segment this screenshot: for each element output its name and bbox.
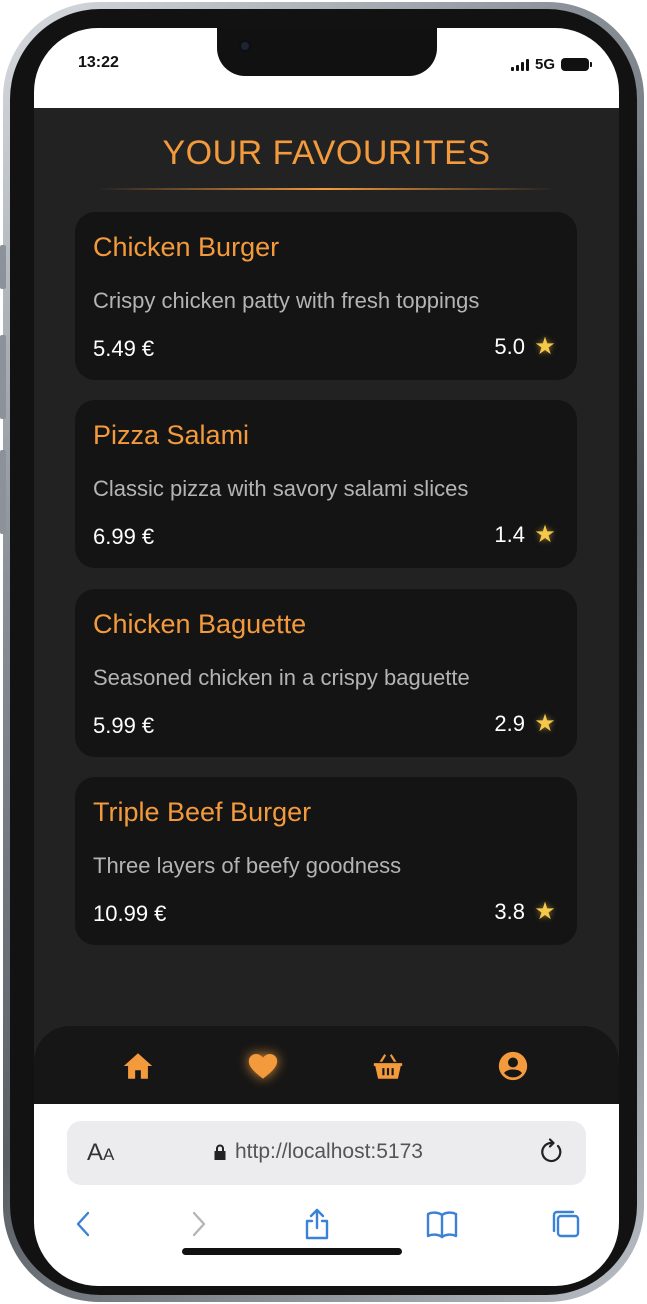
item-name: Triple Beef Burger	[93, 797, 312, 827]
item-description: Three layers of beefy goodness	[93, 853, 402, 878]
favourite-card[interactable]: Chicken Burger Crispy chicken patty with…	[75, 212, 577, 380]
favourite-card[interactable]: Pizza Salami Classic pizza with savory s…	[75, 400, 577, 568]
item-rating: 2.9 ★	[494, 711, 557, 737]
lock-icon	[213, 1143, 227, 1161]
nav-basket-button[interactable]	[370, 1048, 406, 1084]
favourite-card[interactable]: Triple Beef Burger Three layers of beefy…	[75, 777, 577, 945]
status-bar: 13:22 5G	[34, 28, 619, 108]
browser-chrome: AA http://localhost:5173	[34, 1104, 619, 1286]
favourite-card[interactable]: Chicken Baguette Seasoned chicken in a c…	[75, 589, 577, 757]
nav-home-button[interactable]	[120, 1048, 156, 1084]
url-display[interactable]: http://localhost:5173	[213, 1140, 423, 1164]
share-button[interactable]	[299, 1206, 335, 1242]
star-icon: ★	[534, 710, 556, 737]
item-rating: 3.8 ★	[494, 899, 557, 925]
status-indicators: 5G	[510, 56, 592, 73]
favourites-page: YOUR FAVOURITES Chicken Burger Crispy ch…	[34, 108, 619, 1108]
star-icon: ★	[534, 333, 556, 360]
rating-value: 3.8	[494, 899, 525, 924]
page-title: YOUR FAVOURITES	[162, 134, 491, 172]
signal-icon	[510, 58, 529, 71]
item-price: 5.99 €	[93, 713, 155, 738]
item-description: Crispy chicken patty with fresh toppings	[93, 288, 480, 313]
notch	[217, 28, 437, 76]
item-price: 6.99 €	[93, 524, 155, 549]
rating-value: 5.0	[494, 334, 525, 359]
bottom-nav	[34, 1026, 619, 1106]
share-icon	[305, 1208, 329, 1240]
forward-button[interactable]	[180, 1206, 216, 1242]
item-name: Chicken Baguette	[93, 609, 307, 639]
heart-icon	[248, 1053, 278, 1079]
item-name: Chicken Burger	[93, 232, 280, 262]
item-name: Pizza Salami	[93, 420, 250, 450]
star-icon: ★	[534, 898, 556, 925]
bookmarks-button[interactable]	[424, 1206, 460, 1242]
rating-value: 1.4	[494, 522, 525, 547]
back-button[interactable]	[66, 1206, 102, 1242]
mute-switch	[0, 450, 6, 534]
item-price: 5.49 €	[93, 336, 155, 361]
book-icon	[426, 1211, 458, 1239]
basket-icon	[373, 1053, 403, 1079]
nav-profile-button[interactable]	[495, 1048, 531, 1084]
status-time: 13:22	[78, 54, 119, 71]
url-text: http://localhost:5173	[235, 1140, 423, 1163]
nav-favourites-button[interactable]	[245, 1048, 281, 1084]
title-underline	[96, 188, 556, 190]
user-icon	[498, 1051, 528, 1081]
volume-down-button	[0, 335, 6, 419]
star-icon: ★	[534, 521, 556, 548]
back-icon	[76, 1211, 90, 1237]
battery-icon	[561, 58, 592, 71]
item-rating: 5.0 ★	[494, 334, 557, 360]
phone-screen: 13:22 5G YOUR FAVOURITES Chicken Burger …	[34, 28, 619, 1286]
volume-up-button	[0, 245, 6, 289]
item-description: Seasoned chicken in a crispy baguette	[93, 665, 470, 690]
forward-icon	[192, 1211, 206, 1237]
rating-value: 2.9	[494, 711, 525, 736]
network-label: 5G	[534, 56, 555, 73]
reload-icon[interactable]	[536, 1137, 566, 1167]
home-indicator	[182, 1248, 402, 1255]
home-icon	[123, 1053, 153, 1079]
tabs-button[interactable]	[548, 1206, 584, 1242]
item-price: 10.99 €	[93, 901, 167, 926]
front-camera-icon	[238, 39, 252, 53]
text-size-button[interactable]: AA	[87, 1139, 114, 1167]
tabs-icon	[552, 1210, 580, 1238]
address-bar[interactable]: AA http://localhost:5173	[67, 1121, 586, 1185]
item-rating: 1.4 ★	[494, 522, 557, 548]
item-description: Classic pizza with savory salami slices	[93, 476, 469, 501]
